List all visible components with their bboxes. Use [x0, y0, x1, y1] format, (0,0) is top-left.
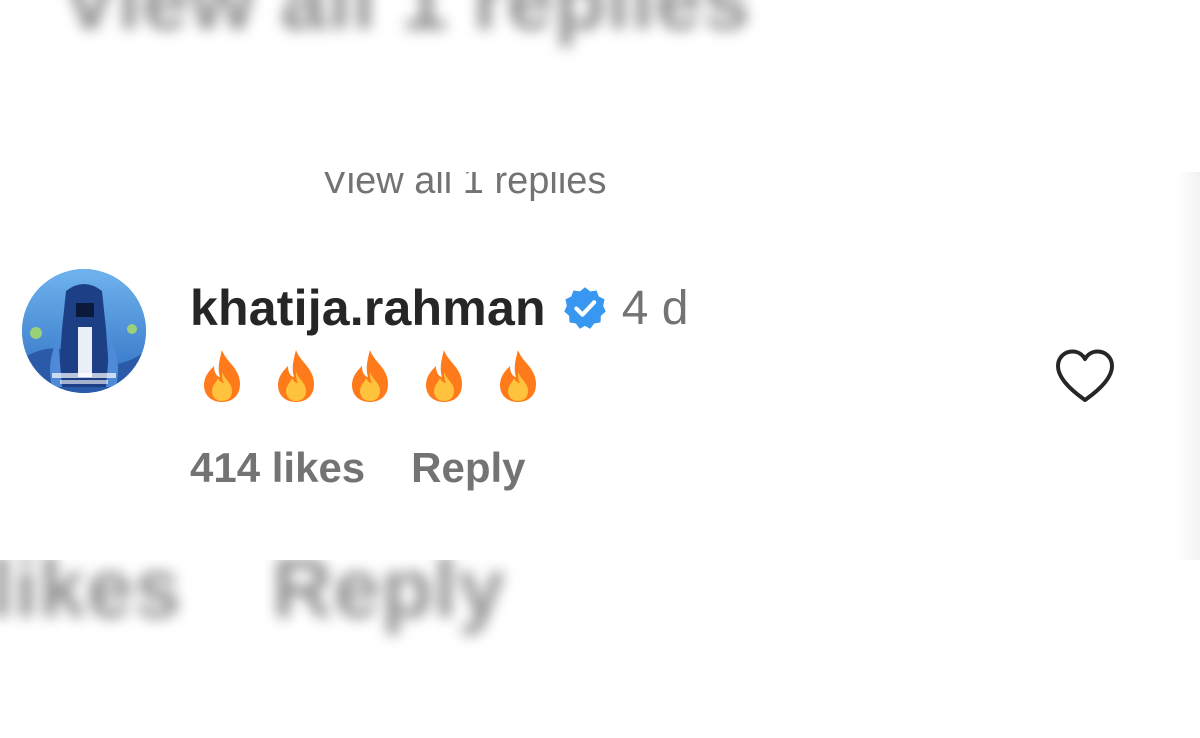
reply-button[interactable]: Reply	[411, 444, 525, 492]
avatar-image	[22, 269, 146, 393]
comment-text	[200, 348, 688, 404]
fire-emoji-icon	[274, 348, 318, 404]
comment-timestamp: 4 d	[621, 281, 689, 335]
blurred-view-replies-text: View all 1 replies	[62, 0, 751, 47]
verified-badge-icon	[562, 285, 608, 331]
likes-count[interactable]: 414 likes	[190, 444, 365, 492]
fire-emoji-icon	[348, 348, 392, 404]
card-edge	[1178, 172, 1200, 560]
comment-header: khatija.rahman 4 d	[190, 276, 688, 340]
fire-emoji-icon	[200, 348, 244, 404]
screenshot: View all 1 replies likes Reply View all 1…	[0, 0, 1200, 738]
fire-emoji-icon	[422, 348, 466, 404]
username[interactable]: khatija.rahman	[190, 279, 546, 337]
heart-outline-icon[interactable]	[1054, 348, 1116, 404]
comment-actions: 414 likes Reply	[190, 444, 688, 492]
comment-card: View all 1 replies khatija.rahman 4 d 41…	[0, 172, 1200, 560]
comment-content: khatija.rahman 4 d 414 likes Reply	[190, 276, 688, 492]
fire-emoji-icon	[496, 348, 540, 404]
avatar[interactable]	[22, 269, 146, 393]
view-replies-link[interactable]: View all 1 replies	[322, 172, 606, 203]
